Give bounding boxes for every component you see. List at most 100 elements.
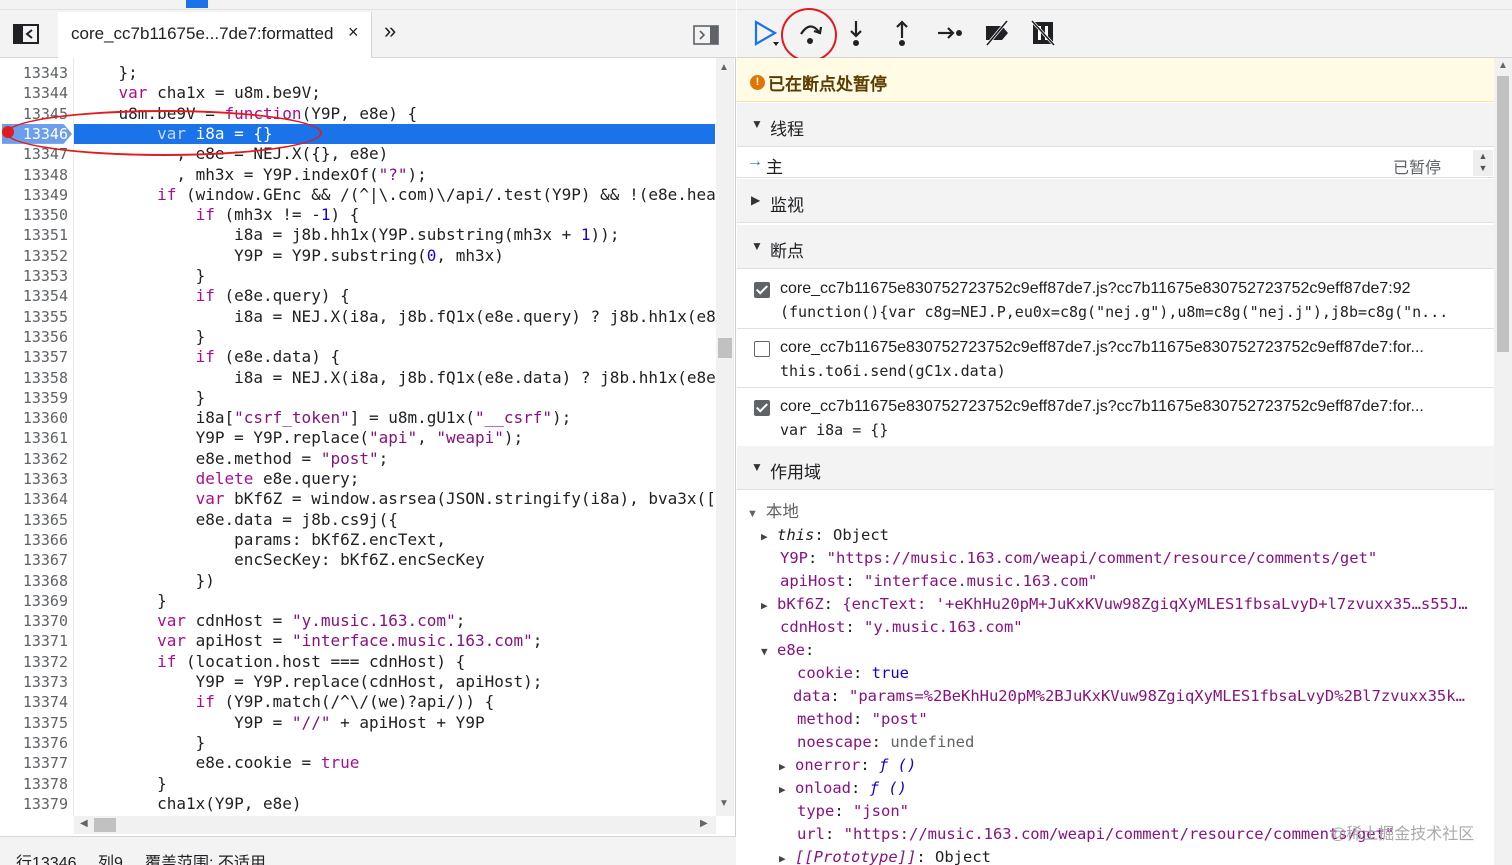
line-number[interactable]: 13355 (0, 307, 68, 327)
line-number[interactable]: 13352 (0, 246, 68, 266)
scope-local-header[interactable]: ▼ 本地 (747, 498, 799, 522)
line-number[interactable]: 13377 (0, 753, 68, 773)
scope-entry-bkf6z[interactable]: ▶ bKf6Z: {encText: '+eKhHu20pM+JuKxKVuw98… (761, 593, 1468, 616)
line-number[interactable]: 13370 (0, 611, 68, 631)
line-number[interactable]: 13367 (0, 550, 68, 570)
scope-entry-cookie[interactable]: cookie: true (797, 662, 909, 685)
scope-entry-onerror[interactable]: ▶ onerror: ƒ () (779, 754, 916, 777)
resume-icon[interactable] (751, 18, 781, 48)
line-number[interactable]: 13372 (0, 652, 68, 672)
scroll-up-icon[interactable]: ▲ (1498, 60, 1508, 71)
warning-icon: ! (750, 75, 765, 90)
scope-key: onload (795, 779, 851, 797)
scope-entry-cdnhost[interactable]: cdnHost: "y.music.163.com" (780, 616, 1023, 639)
line-number-gutter[interactable]: 13343 13344 13345 13346 13347 13348 13349 13350… (0, 58, 74, 816)
line-number[interactable]: 13358 (0, 368, 68, 388)
breakpoint-item[interactable]: core_cc7b11675e830752723752c9eff87de7.js… (737, 330, 1494, 388)
breakpoint-checkbox[interactable] (754, 282, 770, 298)
line-number[interactable]: 13373 (0, 672, 68, 692)
scroll-thumb-h[interactable] (94, 818, 116, 832)
breakpoint-location[interactable]: core_cc7b11675e830752723752c9eff87de7.js… (780, 280, 1480, 298)
section-threads[interactable]: ▼ 线程 (737, 103, 1494, 147)
line-number[interactable]: 13378 (0, 774, 68, 794)
line-number[interactable]: 13362 (0, 449, 68, 469)
line-number[interactable]: 13379 (0, 794, 68, 814)
step-out-icon[interactable] (887, 18, 917, 48)
close-tab-icon[interactable]: × (348, 22, 359, 43)
code-line: delete e8e.query; (195, 469, 360, 488)
scope-entry-method[interactable]: method: "post" (797, 708, 928, 731)
line-number[interactable]: 13380 (0, 814, 68, 816)
scroll-right-icon[interactable]: ▶ (700, 818, 708, 829)
navigator-toggle-icon[interactable] (12, 22, 40, 46)
code-line: i8a = NEJ.X(i8a, j8b.fQ1x(e8e.query) ? j… (80, 306, 716, 326)
line-number[interactable]: 13351 (0, 225, 68, 245)
line-number[interactable]: 13369 (0, 591, 68, 611)
breakpoint-snippet[interactable]: var i8a = {} (780, 421, 1480, 439)
line-number[interactable]: 13350 (0, 205, 68, 225)
scope-entry-type[interactable]: type: "json" (797, 800, 909, 823)
scroll-thumb[interactable] (718, 338, 732, 358)
step-into-icon[interactable] (841, 18, 871, 48)
line-number[interactable]: 13368 (0, 571, 68, 591)
scope-entry-y9p[interactable]: Y9P: "https://music.163.com/weapi/commen… (780, 547, 1377, 570)
step-icon[interactable] (935, 18, 965, 48)
breakpoint-snippet[interactable]: this.to6i.send(gC1x.data) (780, 362, 1480, 380)
line-number[interactable]: 13349 (0, 185, 68, 205)
breakpoint-checkbox[interactable] (754, 341, 770, 357)
section-breakpoints[interactable]: ▼ 断点 (737, 225, 1494, 269)
scope-entry-e8e[interactable]: ▼ e8e: (761, 639, 814, 662)
breakpoint-checkbox[interactable] (754, 400, 770, 416)
line-number[interactable]: 13364 (0, 489, 68, 509)
line-number[interactable]: 13343 (0, 63, 68, 83)
scroll-left-icon[interactable]: ◀ (80, 818, 88, 829)
thread-list-spinner[interactable]: ▲ ▼ (1473, 150, 1493, 176)
scroll-up-icon[interactable]: ▲ (719, 62, 729, 73)
scroll-thumb[interactable] (1497, 76, 1509, 352)
line-number[interactable]: 13356 (0, 327, 68, 347)
line-number[interactable]: 13371 (0, 631, 68, 651)
line-number[interactable]: 13375 (0, 713, 68, 733)
scope-entry-this[interactable]: ▶ this: Object (761, 524, 889, 547)
line-number[interactable]: 13353 (0, 266, 68, 286)
breakpoint-item[interactable]: core_cc7b11675e830752723752c9eff87de7.js… (737, 389, 1494, 447)
line-number[interactable]: 13363 (0, 469, 68, 489)
thread-row-main[interactable]: → 主 已暂停 ▲ ▼ (737, 148, 1494, 178)
file-tab[interactable]: core_cc7b11675e...7de7:formatted × (58, 12, 372, 58)
code-area[interactable]: 13343 13344 13345 13346 13347 13348 13349 13350… (0, 58, 736, 816)
breakpoint-location[interactable]: core_cc7b11675e830752723752c9eff87de7.js… (780, 398, 1480, 416)
scroll-down-icon[interactable]: ▼ (719, 798, 729, 809)
line-number[interactable]: 13359 (0, 388, 68, 408)
scope-entry-data[interactable]: data: "params=%2BeKhHu20pM%2BJuKxKVuw98Z… (793, 685, 1465, 708)
editor-horizontal-scrollbar[interactable]: ◀ ▶ (74, 816, 716, 834)
line-number[interactable]: 13360 (0, 408, 68, 428)
breakpoint-location[interactable]: core_cc7b11675e830752723752c9eff87de7.js… (780, 339, 1480, 357)
line-number[interactable]: 13357 (0, 347, 68, 367)
scope-entry-url[interactable]: url: "https://music.163.com/weapi/commen… (797, 823, 1394, 846)
coverage-status[interactable]: 覆盖范围: 不适用 (145, 849, 266, 865)
code-line: params: bKf6Z.encText, (80, 529, 447, 549)
debugger-vertical-scrollbar[interactable]: ▲ (1494, 58, 1512, 865)
scope-entry-onload[interactable]: ▶ onload: ƒ () (779, 777, 907, 800)
line-number[interactable]: 13376 (0, 733, 68, 753)
scope-entry-prototype[interactable]: ▶ [[Prototype]]: Object (779, 846, 991, 865)
editor-vertical-scrollbar[interactable]: ▲ ▼ (716, 58, 734, 816)
line-number[interactable]: 13365 (0, 510, 68, 530)
breakpoint-snippet[interactable]: (function(){var c8g=NEJ.P,eu0x=c8g("nej.… (780, 303, 1480, 321)
line-number[interactable]: 13366 (0, 530, 68, 550)
line-number[interactable]: 13348 (0, 165, 68, 185)
scope-value: "params=%2BeKhHu20pM%2BJuKxKVuw98ZgiqXyM… (849, 687, 1465, 705)
line-number[interactable]: 13361 (0, 428, 68, 448)
line-number[interactable]: 13354 (0, 286, 68, 306)
more-tabs-icon[interactable]: » (384, 18, 396, 44)
section-scope[interactable]: ▼ 作用域 (737, 446, 1494, 490)
scope-entry-apihost[interactable]: apiHost: "interface.music.163.com" (780, 570, 1097, 593)
scope-entry-noescape[interactable]: noescape: undefined (797, 731, 974, 754)
section-watch[interactable]: ▶ 监视 (737, 179, 1494, 223)
debugger-toggle-icon[interactable] (693, 24, 719, 46)
breakpoint-item[interactable]: core_cc7b11675e830752723752c9eff87de7.js… (737, 271, 1494, 329)
deactivate-breakpoints-icon[interactable] (982, 18, 1012, 48)
pause-on-exceptions-icon[interactable] (1028, 18, 1058, 48)
line-number[interactable]: 13344 (0, 83, 68, 103)
line-number[interactable]: 13374 (0, 692, 68, 712)
